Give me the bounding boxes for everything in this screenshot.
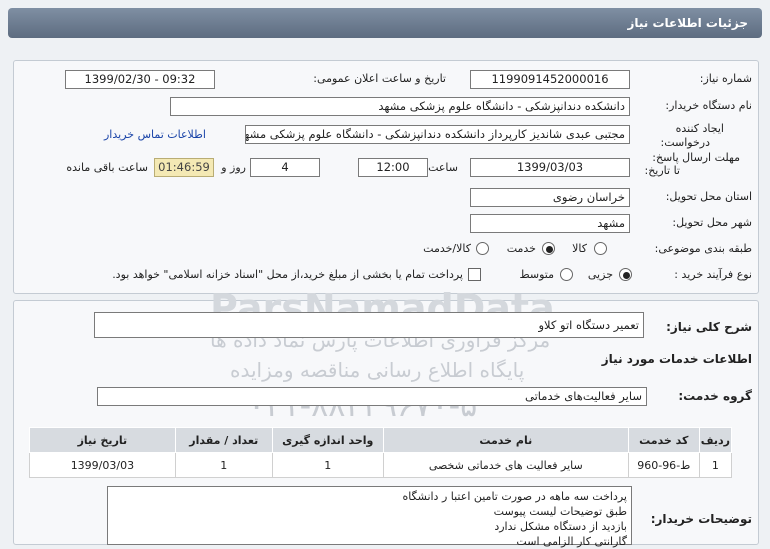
days-label: روز و (221, 161, 246, 174)
service-group-field[interactable]: سایر فعالیت‌های خدماتی (97, 387, 647, 406)
table-header-row: ردیف کد خدمت نام خدمت واحد اندازه گیری ت… (29, 427, 733, 453)
col-unit-header: واحد اندازه گیری (271, 427, 384, 453)
category-goods-label: کالا (572, 242, 587, 255)
remaining-time-display: 01:46:59 (154, 158, 214, 177)
creator-field[interactable]: مجتبی عبدی شاندیز کارپرداز دانشکده دندان… (245, 125, 630, 144)
summary-field[interactable]: تعمیر دستگاه اتو کلاو (94, 312, 644, 338)
deadline-label-line1: مهلت ارسال پاسخ: (652, 151, 740, 164)
city-label: شهر محل تحویل: (672, 216, 752, 229)
table-row[interactable]: 1 ط-96-960 سایر فعالیت های خدماتی شخصی 1… (29, 452, 733, 478)
deadline-label-line2: تا تاریخ: (644, 164, 680, 177)
deadline-date-field[interactable]: 1399/03/03 (470, 158, 630, 177)
page-header: جزئیات اطلاعات نیاز (8, 8, 762, 38)
need-number-field[interactable]: 1199091452000016 (470, 70, 630, 89)
announce-label: تاریخ و ساعت اعلان عمومی: (313, 72, 446, 85)
announce-field[interactable]: 1399/02/30 - 09:32 (65, 70, 215, 89)
page-title: جزئیات اطلاعات نیاز (627, 16, 748, 30)
category-goods-radio[interactable] (594, 242, 607, 255)
process-label: نوع فرآیند خرید : (674, 268, 752, 281)
note-line: بازدید از دستگاه مشکل ندارد (494, 520, 627, 533)
buyer-label: نام دستگاه خریدار: (665, 99, 752, 112)
buyer-field[interactable]: دانشکده دندانپزشکی - دانشگاه علوم پزشکی … (170, 97, 630, 116)
days-field[interactable]: 4 (250, 158, 320, 177)
cell-unit: 1 (271, 452, 384, 478)
category-service-radio[interactable] (542, 242, 555, 255)
buyer-notes-field[interactable]: پرداخت سه ماهه در صورت تامین اعتبا ر دان… (107, 486, 632, 548)
col-date-header: تاریخ نیاز (29, 427, 176, 453)
process-minor-label: جزیی (587, 268, 613, 281)
process-minor-radio[interactable] (619, 268, 632, 281)
buyer-notes-label: توضیحات خریدار: (650, 512, 752, 526)
province-label: استان محل تحویل: (665, 190, 752, 203)
process-medium-radio[interactable] (560, 268, 573, 281)
city-field[interactable]: مشهد (470, 214, 630, 233)
need-number-label: شماره نیاز: (699, 72, 752, 85)
note-line: گارانتی کار الزامی است (516, 535, 627, 548)
buyer-contact-link[interactable]: اطلاعات تماس خریدار (104, 128, 206, 141)
note-line: پرداخت سه ماهه در صورت تامین اعتبا ر دان… (402, 490, 627, 503)
col-row-header: ردیف (698, 427, 733, 453)
need-info-panel (13, 60, 759, 294)
services-section-title: اطلاعات خدمات مورد نیاز (601, 352, 752, 366)
deadline-time-field[interactable]: 12:00 (358, 158, 428, 177)
process-medium-label: متوسط (519, 268, 554, 281)
deadline-time-label: ساعت (428, 161, 458, 174)
remaining-label: ساعت باقی مانده (66, 161, 148, 174)
creator-label-line2: درخواست: (660, 136, 710, 149)
treasury-payment-checkbox[interactable] (468, 268, 481, 281)
category-service-label: خدمت (506, 242, 536, 255)
category-goods-service-radio[interactable] (476, 242, 489, 255)
province-field[interactable]: خراسان رضوی (470, 188, 630, 207)
cell-code: ط-96-960 (627, 452, 700, 478)
category-label: طبقه بندی موضوعی: (654, 242, 752, 255)
note-line: طبق توضیحات لیست پیوست (493, 505, 627, 518)
cell-date: 1399/03/03 (29, 452, 176, 478)
cell-qty: 1 (174, 452, 273, 478)
col-code-header: کد خدمت (627, 427, 700, 453)
summary-label: شرح کلی نیاز: (666, 320, 752, 334)
service-group-label: گروه خدمت: (678, 389, 752, 403)
cell-name: سایر فعالیت های خدماتی شخصی (382, 452, 629, 478)
cell-row: 1 (698, 452, 733, 478)
col-qty-header: تعداد / مقدار (174, 427, 273, 453)
col-name-header: نام خدمت (382, 427, 629, 453)
treasury-payment-note: پرداخت تمام یا بخشی از مبلغ خرید،از محل … (112, 268, 463, 281)
services-table: ردیف کد خدمت نام خدمت واحد اندازه گیری ت… (29, 427, 733, 478)
category-goods-service-label: کالا/خدمت (423, 242, 471, 255)
creator-label-line1: ایجاد کننده (675, 122, 724, 135)
